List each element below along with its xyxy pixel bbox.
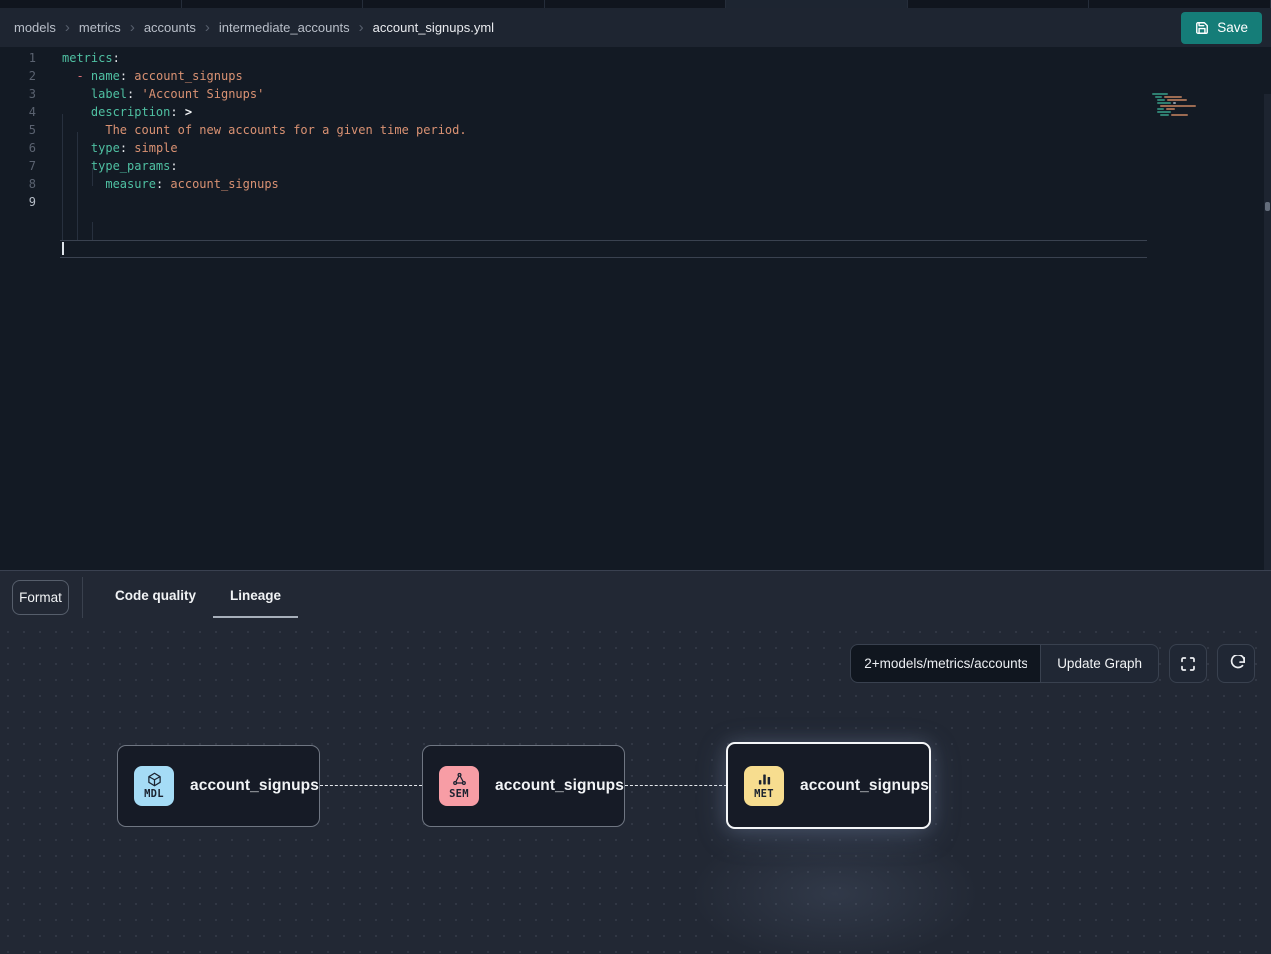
top-tab-2[interactable] xyxy=(363,0,545,8)
current-line-highlight xyxy=(60,240,1147,258)
breadcrumb-item[interactable]: accounts xyxy=(144,20,196,35)
top-tab-strip xyxy=(0,0,1271,8)
breadcrumb: models › metrics › accounts › intermediate_acc… xyxy=(14,20,1181,35)
model-selector-input[interactable] xyxy=(850,644,1041,683)
tab-code-quality[interactable]: Code quality xyxy=(113,571,198,620)
refresh-icon xyxy=(1228,655,1245,672)
badge-label: SEM xyxy=(449,788,469,800)
line-number: 7 xyxy=(0,157,36,175)
scrollbar-thumb[interactable] xyxy=(1265,202,1270,211)
line-number: 8 xyxy=(0,175,36,193)
code-line: description: > xyxy=(62,103,467,121)
top-tab-3[interactable] xyxy=(545,0,727,8)
breadcrumb-item[interactable]: metrics xyxy=(79,20,121,35)
line-number: 2 xyxy=(0,67,36,85)
badge-label: MDL xyxy=(144,788,164,800)
minimap[interactable] xyxy=(1152,93,1210,123)
line-number: 6 xyxy=(0,139,36,157)
line-number-gutter: 123456789 xyxy=(0,49,36,211)
selected-node-glow xyxy=(670,814,1000,954)
code-line: metrics: xyxy=(62,49,467,67)
model-badge: MDL xyxy=(134,766,174,806)
lineage-edge xyxy=(320,785,422,786)
save-button-label: Save xyxy=(1217,20,1248,35)
indent-guide xyxy=(92,222,93,240)
save-icon xyxy=(1195,21,1209,35)
lineage-node-semantic[interactable]: SEM account_signups xyxy=(422,745,625,827)
breadcrumb-separator: › xyxy=(205,20,210,35)
code-line: The count of new accounts for a given ti… xyxy=(62,121,467,139)
top-tab-5[interactable] xyxy=(908,0,1090,8)
text-cursor xyxy=(62,242,64,255)
node-label: account_signups xyxy=(190,777,319,795)
refresh-graph-button[interactable] xyxy=(1217,644,1255,683)
save-button[interactable]: Save xyxy=(1181,12,1262,44)
format-button[interactable]: Format xyxy=(12,580,69,615)
code-content[interactable]: metrics: - name: account_signups label: … xyxy=(62,49,467,211)
breadcrumb-separator: › xyxy=(65,20,70,35)
code-line: - name: account_signups xyxy=(62,67,467,85)
code-line xyxy=(62,193,467,211)
lineage-graph[interactable]: Update Graph xyxy=(0,624,1271,954)
fullscreen-button[interactable] xyxy=(1169,644,1207,683)
ide-window: models › metrics › accounts › intermediate_acc… xyxy=(0,0,1271,954)
bar-chart-icon xyxy=(757,772,772,788)
breadcrumb-separator: › xyxy=(130,20,135,35)
node-label: account_signups xyxy=(800,777,929,795)
node-label: account_signups xyxy=(495,777,624,795)
tab-lineage[interactable]: Lineage xyxy=(213,571,298,620)
cube-icon xyxy=(147,772,162,788)
code-editor[interactable]: 123456789 metrics: - name: account_signu… xyxy=(0,47,1271,570)
lineage-node-metric[interactable]: MET account_signups xyxy=(726,742,931,829)
breadcrumb-bar: models › metrics › accounts › intermediate_acc… xyxy=(0,8,1271,47)
vertical-scrollbar[interactable] xyxy=(1264,94,1271,617)
bottom-panel: Format Code quality Lineage Update Graph xyxy=(0,571,1271,954)
lineage-controls: Update Graph xyxy=(850,644,1255,683)
code-line: type: simple xyxy=(62,139,467,157)
line-number: 1 xyxy=(0,49,36,67)
line-number: 3 xyxy=(0,85,36,103)
line-number: 4 xyxy=(0,103,36,121)
breadcrumb-separator: › xyxy=(359,20,364,35)
top-tab-0[interactable] xyxy=(0,0,182,8)
top-tab-1[interactable] xyxy=(182,0,364,8)
fullscreen-icon xyxy=(1180,656,1196,672)
lineage-edge xyxy=(625,785,727,786)
semantic-graph-icon xyxy=(452,772,467,788)
breadcrumb-item[interactable]: account_signups.yml xyxy=(373,20,494,35)
line-number: 5 xyxy=(0,121,36,139)
code-line: label: 'Account Signups' xyxy=(62,85,467,103)
line-number: 9 xyxy=(0,193,36,211)
breadcrumb-item[interactable]: intermediate_accounts xyxy=(219,20,350,35)
semantic-badge: SEM xyxy=(439,766,479,806)
badge-label: MET xyxy=(754,788,774,800)
code-line: type_params: xyxy=(62,157,467,175)
toolbar-divider xyxy=(82,577,83,618)
top-tab-6[interactable] xyxy=(1089,0,1271,8)
lineage-node-model[interactable]: MDL account_signups xyxy=(117,745,320,827)
metric-badge: MET xyxy=(744,766,784,806)
top-tab-4[interactable] xyxy=(726,0,908,8)
breadcrumb-item[interactable]: models xyxy=(14,20,56,35)
update-graph-button[interactable]: Update Graph xyxy=(1040,644,1159,683)
code-line: measure: account_signups xyxy=(62,175,467,193)
panel-tabs: Code quality Lineage xyxy=(113,571,298,624)
